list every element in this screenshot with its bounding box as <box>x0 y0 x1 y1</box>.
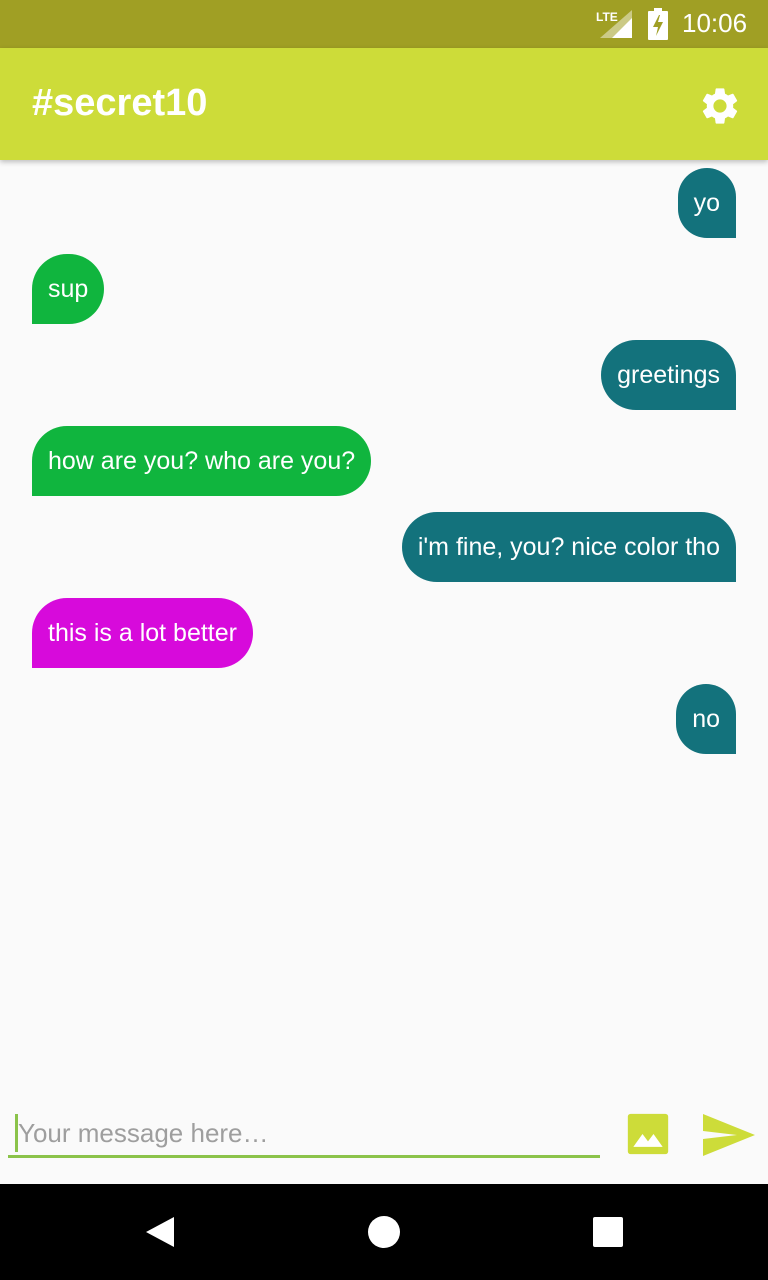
home-icon[interactable] <box>336 1184 432 1280</box>
gear-icon[interactable] <box>698 84 742 128</box>
battery-charging-icon <box>648 8 668 40</box>
system-nav-bar <box>0 1184 768 1280</box>
message-composer <box>0 1100 768 1184</box>
app-bar: #secret10 <box>0 48 768 160</box>
send-icon[interactable] <box>703 1114 755 1156</box>
image-icon[interactable] <box>626 1112 670 1156</box>
message-bubble-incoming[interactable]: how are you? who are you? <box>32 426 372 496</box>
recents-icon[interactable] <box>560 1184 656 1280</box>
message-bubble-outgoing[interactable]: yo <box>677 168 736 238</box>
text-cursor <box>15 1114 18 1152</box>
message-bubble-incoming[interactable]: sup <box>32 254 105 324</box>
message-bubble-outgoing[interactable]: no <box>676 684 736 754</box>
message-list[interactable]: yo sup greetings how are you? who are yo… <box>0 160 768 1080</box>
back-icon[interactable] <box>112 1184 208 1280</box>
status-bar: LTE 10:06 <box>0 0 768 48</box>
message-bubble-outgoing[interactable]: i'm fine, you? nice color tho <box>401 512 736 582</box>
message-bubble-incoming[interactable]: this is a lot better <box>32 598 253 668</box>
page-title: #secret10 <box>32 82 208 124</box>
message-bubble-outgoing[interactable]: greetings <box>601 340 736 410</box>
network-type-label: LTE <box>596 10 618 24</box>
clock: 10:06 <box>682 8 748 38</box>
message-input[interactable] <box>8 1112 600 1158</box>
